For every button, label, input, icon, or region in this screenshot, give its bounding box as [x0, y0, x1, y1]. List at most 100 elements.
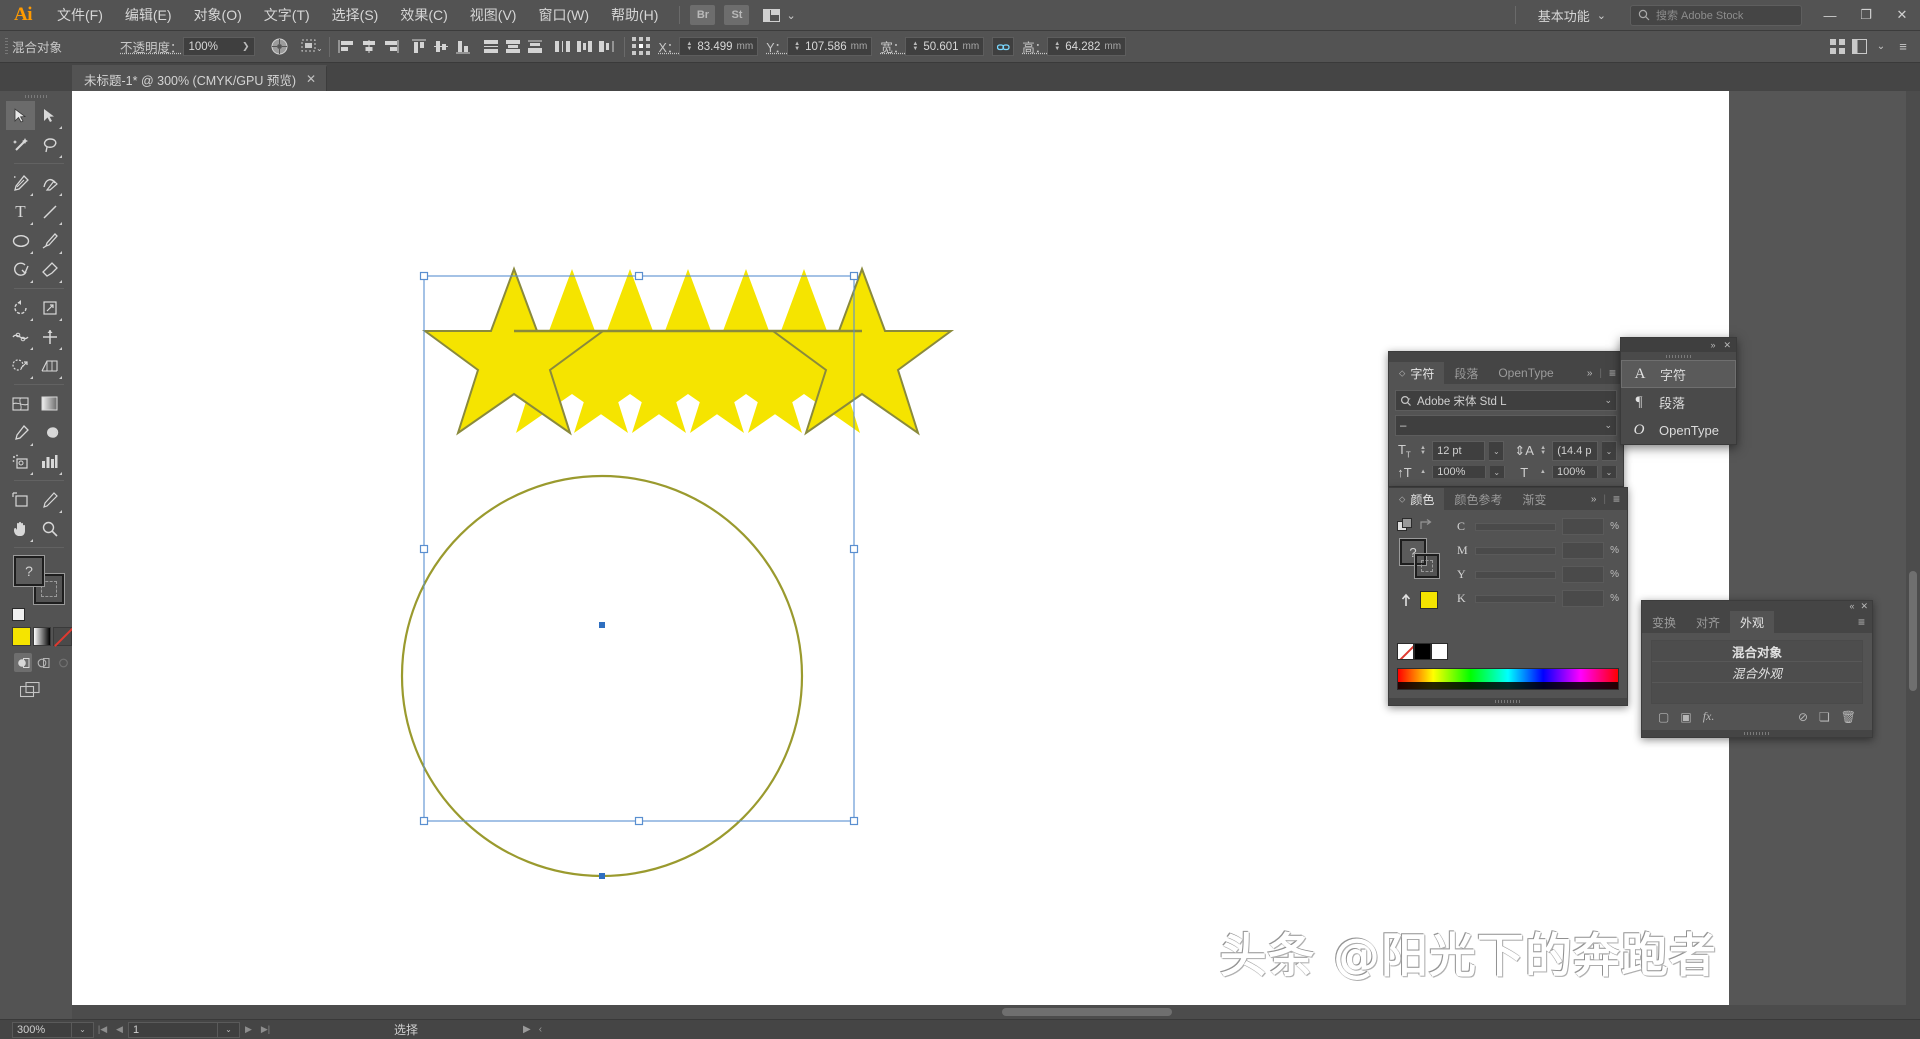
font-size-input[interactable]: 12 pt	[1432, 441, 1486, 461]
color-panel[interactable]: ⬦ 颜色 颜色参考 渐变 » | ≡ ? C % M % Y % K %	[1388, 487, 1628, 706]
channel-slider-y[interactable]	[1475, 570, 1557, 579]
align-options-icon[interactable]: ⌄	[301, 36, 323, 58]
close-button[interactable]: ✕	[1884, 0, 1920, 31]
color-swatch-button[interactable]	[12, 627, 31, 646]
collapse-panel-icon[interactable]: »	[1587, 368, 1593, 379]
draw-normal-icon[interactable]	[14, 653, 32, 672]
draw-inside-icon[interactable]	[54, 653, 72, 672]
appearance-panel-resize-grip[interactable]	[1642, 730, 1872, 737]
tab-transform[interactable]: 变换	[1642, 611, 1686, 633]
font-style-input[interactable]: – ⌄	[1395, 415, 1617, 436]
scale-tool[interactable]	[35, 293, 64, 322]
add-new-fill-icon[interactable]: ▣	[1680, 710, 1691, 724]
magic-wand-tool[interactable]	[6, 130, 35, 159]
fill-stroke-mini-icon[interactable]	[1397, 518, 1413, 532]
x-input[interactable]: ▲ ▼ 83.499 mm	[679, 37, 759, 56]
menu-view[interactable]: 视图(V)	[459, 0, 528, 31]
type-tool[interactable]: T	[6, 197, 35, 226]
channel-slider-k[interactable]	[1475, 594, 1557, 603]
minimize-button[interactable]: —	[1812, 0, 1848, 31]
artboard-number-input[interactable]: 1	[128, 1021, 218, 1038]
menu-window[interactable]: 窗口(W)	[527, 0, 600, 31]
document-setup-icon[interactable]	[1848, 36, 1870, 58]
add-fx-icon[interactable]: fx.	[1703, 709, 1715, 724]
fill-stroke-swatches[interactable]: ?	[12, 554, 70, 606]
workspace-switcher-label[interactable]: 基本功能	[1526, 6, 1597, 25]
distribute-top-icon[interactable]	[480, 36, 502, 58]
opacity-input[interactable]: 100% ❯	[182, 37, 255, 56]
color-spectrum-bar[interactable]	[1397, 668, 1619, 690]
constrain-proportions-icon[interactable]	[992, 37, 1015, 56]
curvature-tool[interactable]	[35, 168, 64, 197]
horizontal-scale-stepper[interactable]: ▲	[1538, 469, 1548, 475]
character-panel-menu-icon[interactable]: ≡	[1609, 366, 1616, 380]
change-screen-mode-icon[interactable]	[6, 681, 72, 703]
control-bar-grip[interactable]	[0, 31, 12, 63]
appearance-panel-menu-icon[interactable]: ≡	[1858, 615, 1865, 629]
channel-input-c[interactable]	[1562, 518, 1605, 535]
clear-appearance-icon[interactable]: ⊘	[1798, 710, 1808, 724]
default-fill-stroke-icon[interactable]	[12, 608, 25, 621]
black-swatch[interactable]	[1414, 643, 1431, 660]
font-size-chevron-icon[interactable]: ⌄	[1489, 441, 1505, 461]
distribute-center-h-icon[interactable]	[574, 36, 596, 58]
vertical-scale-stepper[interactable]: ▲	[1418, 469, 1428, 475]
vertical-scale-chevron-icon[interactable]: ⌄	[1489, 466, 1505, 478]
horizontal-scale-chevron-icon[interactable]: ⌄	[1601, 466, 1617, 478]
align-right-icon[interactable]	[380, 36, 402, 58]
align-top-icon[interactable]	[408, 36, 430, 58]
align-center-vertical-icon[interactable]	[430, 36, 452, 58]
appearance-row-object[interactable]: 混合对象	[1652, 641, 1862, 662]
font-size-stepper[interactable]: ▲ ▼	[1418, 445, 1428, 456]
paintbrush-tool[interactable]	[35, 226, 64, 255]
align-left-icon[interactable]	[336, 36, 358, 58]
menu-file[interactable]: 文件(F)	[46, 0, 114, 31]
channel-input-m[interactable]	[1562, 542, 1605, 559]
column-graph-tool[interactable]	[35, 447, 64, 476]
leading-stepper[interactable]: ▲ ▼	[1538, 445, 1548, 456]
menu-select[interactable]: 选择(S)	[321, 0, 390, 31]
menu-type[interactable]: 文字(T)	[253, 0, 321, 31]
y-label[interactable]: Y：	[766, 37, 787, 56]
eyedropper-tool[interactable]	[6, 418, 35, 447]
tab-align[interactable]: 对齐	[1686, 611, 1730, 633]
reference-point-icon[interactable]	[631, 36, 653, 58]
horizontal-scroll-thumb[interactable]	[1002, 1008, 1172, 1016]
line-segment-tool[interactable]	[35, 197, 64, 226]
document-tab[interactable]: 未标题-1* @ 300% (CMYK/GPU 预览) ✕	[72, 65, 328, 91]
width-stepper[interactable]: ▲ ▼	[910, 41, 920, 52]
ellipse-tool[interactable]	[6, 226, 35, 255]
leading-input[interactable]: (14.4 p	[1552, 441, 1598, 461]
last-artboard-button[interactable]: ▶|	[257, 1021, 274, 1039]
horizontal-scrollbar[interactable]	[72, 1005, 1906, 1019]
height-stepper[interactable]: ▲ ▼	[1052, 41, 1062, 52]
channel-input-k[interactable]	[1562, 590, 1605, 607]
swap-default-swatches[interactable]	[6, 608, 72, 621]
width-label[interactable]: 宽：	[880, 37, 905, 56]
none-swatch-button[interactable]	[53, 627, 73, 646]
restore-button[interactable]: ❐	[1848, 0, 1884, 31]
color-collapse-icon[interactable]: »	[1591, 494, 1597, 505]
flyout-close-icon[interactable]: ✕	[1723, 340, 1731, 351]
selection-tool[interactable]	[6, 101, 35, 130]
shaper-tool[interactable]	[6, 255, 35, 284]
distribute-left-icon[interactable]	[552, 36, 574, 58]
white-swatch[interactable]	[1431, 643, 1448, 660]
opacity-label[interactable]: 不透明度：	[120, 37, 183, 56]
font-family-input[interactable]: Adobe 宋体 Std L ⌄	[1395, 390, 1617, 411]
flyout-expand-icon[interactable]: »	[1710, 340, 1715, 350]
gradient-tool[interactable]	[35, 389, 64, 418]
status-expand-left-icon[interactable]: ‹	[539, 1024, 542, 1035]
x-stepper[interactable]: ▲ ▼	[684, 41, 694, 52]
arrange-documents-grid-icon[interactable]	[1826, 36, 1848, 58]
lasso-tool[interactable]	[35, 130, 64, 159]
tab-color-guide[interactable]: 颜色参考	[1444, 488, 1512, 510]
workspace-chevron-down-icon[interactable]: ⌄	[1597, 9, 1606, 22]
width-tool[interactable]	[6, 322, 35, 351]
artboard-chevron-icon[interactable]: ⌄	[218, 1021, 240, 1038]
eraser-tool[interactable]	[35, 255, 64, 284]
tab-gradient[interactable]: 渐变	[1512, 488, 1556, 510]
add-new-stroke-icon[interactable]: ▢	[1658, 710, 1669, 724]
control-bar-menu-icon[interactable]: ≡	[1892, 36, 1914, 58]
appearance-close-icon[interactable]: ✕	[1860, 601, 1868, 612]
